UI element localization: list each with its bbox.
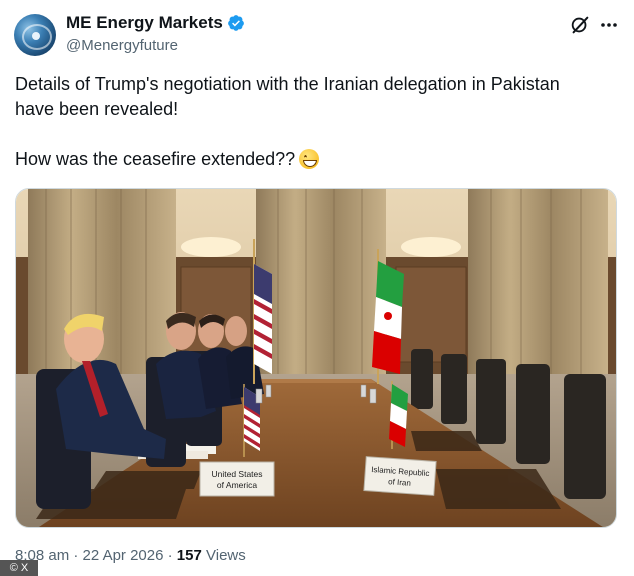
tweet-line-1: Details of Trump's negotiation with the … [15,74,560,94]
more-options-icon[interactable] [600,14,618,36]
views-count: 157 [176,547,202,564]
meta-separator: · [73,547,79,564]
copyright-badge: © X [0,560,38,576]
author-name[interactable]: ME Energy Markets [66,13,223,33]
placard-usa-line2: of America [217,480,257,490]
avatar-dot [32,32,40,40]
verified-badge-icon [227,15,244,31]
placard-iran-line2: of Iran [388,477,411,488]
tweet-date[interactable]: 22 Apr 2026 [83,547,164,564]
views-label: Views [206,547,246,564]
grok-icon[interactable] [569,14,591,36]
grinning-face-emoji-icon [299,149,320,169]
meeting-room-photo: United States of America Islamic Republi… [16,189,616,527]
tweet-line-2: have been revealed! [15,99,179,119]
tweet-text: Details of Trump's negotiation with the … [15,72,615,172]
placard-usa: United States of America [199,461,275,497]
tweet-media-image[interactable]: United States of America Islamic Republi… [15,188,617,528]
placard-iran: Islamic Republic of Iran [363,456,437,496]
author-handle[interactable]: @Menergyfuture [66,37,178,54]
placard-usa-line1: United States [211,469,262,479]
avatar[interactable] [14,14,56,56]
tweet-line-3-text: How was the ceasefire extended?? [15,149,296,169]
meta-separator-2: · [167,547,173,564]
tweet-meta: 8:08 am · 22 Apr 2026 · 157 Views [15,547,246,564]
author-name-row: ME Energy Markets [66,13,245,33]
tweet-line-3: How was the ceasefire extended?? [15,147,615,172]
